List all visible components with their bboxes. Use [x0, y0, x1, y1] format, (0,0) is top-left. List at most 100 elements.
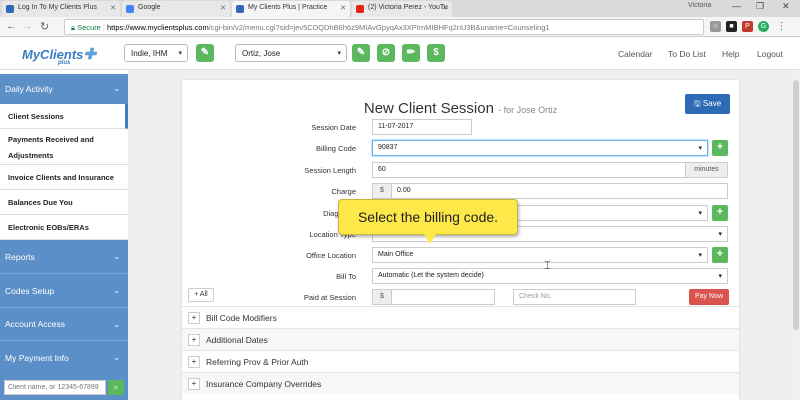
dropdown-caret-icon: ▾: [337, 50, 341, 57]
edit-client-button[interactable]: ✎: [352, 44, 370, 62]
accordion-insurance-overrides[interactable]: + Insurance Company Overrides: [182, 372, 739, 394]
restore-icon[interactable]: ❐: [756, 1, 764, 12]
scrollbar-thumb[interactable]: [793, 80, 799, 330]
browser-tab-practice[interactable]: My Clients Plus | Practice ✕: [232, 1, 350, 17]
sidebar-section-payment-info[interactable]: My Payment Info ⌄: [0, 341, 128, 375]
attach-button[interactable]: ⊘: [377, 44, 395, 62]
office-location-label: Office Location: [306, 251, 356, 260]
paid-amount-input[interactable]: [391, 289, 495, 305]
accordion-additional-dates[interactable]: + Additional Dates: [182, 328, 739, 350]
app-header: MyClients✚ plus Indie, IHM ▾ ✎ Ortiz, Jo…: [0, 37, 800, 70]
edit-clinician-button[interactable]: ✎: [196, 44, 214, 62]
dropdown-caret-icon: ▾: [718, 273, 722, 280]
chevron-down-icon: ⌄: [113, 252, 120, 261]
billing-code-label: Billing Code: [315, 144, 356, 153]
paid-at-session-label: Paid at Session: [303, 293, 356, 302]
save-button[interactable]: 🖫︎ Save: [685, 94, 730, 114]
google-favicon-icon: [126, 5, 134, 13]
sidebar-section-reports[interactable]: Reports ⌄: [0, 240, 128, 274]
todo-link[interactable]: To Do List: [668, 49, 706, 59]
close-tab-icon[interactable]: ✕: [110, 4, 116, 12]
chevron-down-icon: ⌄: [113, 84, 120, 93]
youtube-favicon-icon: [356, 5, 364, 13]
app-logo[interactable]: MyClients✚ plus: [22, 45, 96, 66]
expand-icon: +: [188, 378, 200, 390]
browser-tab-google[interactable]: Google ✕: [122, 1, 230, 17]
grammarly-icon[interactable]: G: [758, 21, 769, 32]
close-tab-icon[interactable]: ✕: [340, 4, 346, 12]
profile-chip[interactable]: Victoria: [688, 2, 711, 9]
office-location-select[interactable]: Main Office ▾: [372, 247, 708, 263]
callout-pointer: [424, 234, 436, 244]
note-button[interactable]: ✏: [402, 44, 420, 62]
dropdown-caret-icon: ▾: [178, 50, 182, 57]
sidebar-section-account-access[interactable]: Account Access ⌄: [0, 308, 128, 341]
minutes-addon: minutes: [685, 162, 728, 178]
chevron-down-icon: ⌄: [113, 286, 120, 295]
pdf-extension-icon[interactable]: P: [742, 21, 753, 32]
add-diagnosis-button[interactable]: +: [712, 205, 728, 221]
sidebar-item-eobs[interactable]: Electronic EOBs/ERAs: [0, 215, 128, 240]
help-link[interactable]: Help: [722, 49, 739, 59]
plus-icon: +: [716, 206, 724, 218]
browser-tab-login[interactable]: Log In To My Clients Plus ✕: [2, 1, 120, 17]
menu-icon[interactable]: ⋮: [776, 21, 787, 32]
sidebar-item-balances[interactable]: Balances Due You: [0, 190, 128, 215]
paperclip-icon: ⊘: [381, 47, 391, 58]
dropdown-caret-icon: ▾: [698, 145, 702, 152]
site-favicon-icon: [236, 5, 244, 13]
check-number-input[interactable]: Check No.: [513, 289, 636, 305]
accordion-bill-code-modifiers[interactable]: + Bill Code Modifiers: [182, 306, 739, 328]
search-icon: ⌕: [113, 382, 119, 392]
browser-tab-youtube[interactable]: (2) Victoria Perez - YouTu ✕: [352, 1, 452, 17]
browser-tab-strip: Log In To My Clients Plus ✕ Google ✕ My …: [0, 0, 800, 17]
plus-icon: +: [716, 248, 724, 260]
expand-all-button[interactable]: + All: [188, 288, 214, 302]
clinician-select[interactable]: Indie, IHM ▾: [124, 44, 188, 62]
sidebar-item-invoice[interactable]: Invoice Clients and Insurance: [0, 165, 128, 190]
charge-input[interactable]: 0.00: [391, 183, 728, 199]
plus-logo-icon: ✚: [83, 46, 96, 63]
billing-button[interactable]: $: [427, 44, 445, 62]
close-tab-icon[interactable]: ✕: [220, 4, 226, 12]
pay-now-button[interactable]: Pay Now: [689, 289, 729, 305]
logout-link[interactable]: Logout: [757, 49, 783, 59]
billing-code-select[interactable]: 90837 ▾: [372, 140, 708, 156]
main-content: New Client Session - for Jose Ortiz 🖫︎ S…: [128, 70, 800, 400]
client-search-input[interactable]: [4, 380, 106, 395]
charge-currency-addon: $: [372, 183, 392, 199]
minimize-icon[interactable]: —: [732, 1, 741, 11]
chevron-down-icon: ⌄: [113, 353, 120, 362]
paid-currency-addon: $: [372, 289, 392, 305]
url-field[interactable]: 🔒︎ Secure | https://www.myclientsplus.co…: [64, 19, 704, 35]
sidebar-item-client-sessions[interactable]: Client Sessions: [0, 104, 128, 129]
client-select[interactable]: Ortiz, Jose ▾: [235, 44, 347, 62]
floppy-icon: 🖫︎: [693, 99, 701, 108]
session-length-input[interactable]: 60: [372, 162, 686, 178]
add-billing-code-button[interactable]: +: [712, 140, 728, 156]
star-icon[interactable]: ☆: [710, 21, 721, 32]
extension-icon[interactable]: ■: [726, 21, 737, 32]
sidebar-section-daily-activity[interactable]: Daily Activity ⌄: [0, 74, 128, 104]
expand-icon: +: [188, 356, 200, 368]
close-tab-icon[interactable]: ✕: [442, 4, 448, 12]
sidebar-section-codes-setup[interactable]: Codes Setup ⌄: [0, 274, 128, 308]
close-window-icon[interactable]: ✕: [782, 1, 790, 12]
session-date-input[interactable]: 11-07-2017: [372, 119, 472, 135]
forward-icon[interactable]: →: [22, 20, 33, 32]
pencil-icon: ✏: [406, 47, 416, 58]
accordion-referring-prov[interactable]: + Referring Prov & Prior Auth: [182, 350, 739, 372]
dropdown-caret-icon: ▾: [698, 252, 702, 259]
calendar-link[interactable]: Calendar: [618, 49, 653, 59]
address-bar-row: ← → ↻ 🔒︎ Secure | https://www.myclientsp…: [0, 17, 800, 37]
edit-icon: ✎: [200, 47, 210, 58]
reload-icon[interactable]: ↻: [40, 20, 49, 33]
search-button[interactable]: ⌕: [108, 380, 124, 395]
expand-icon: +: [188, 312, 200, 324]
session-form-card: New Client Session - for Jose Ortiz 🖫︎ S…: [182, 80, 739, 400]
back-icon[interactable]: ←: [6, 20, 17, 32]
page-title: New Client Session - for Jose Ortiz: [363, 100, 558, 117]
site-favicon-icon: [6, 5, 14, 13]
sidebar-item-payments[interactable]: Payments Received and Adjustments: [0, 129, 128, 165]
add-office-location-button[interactable]: +: [712, 247, 728, 263]
